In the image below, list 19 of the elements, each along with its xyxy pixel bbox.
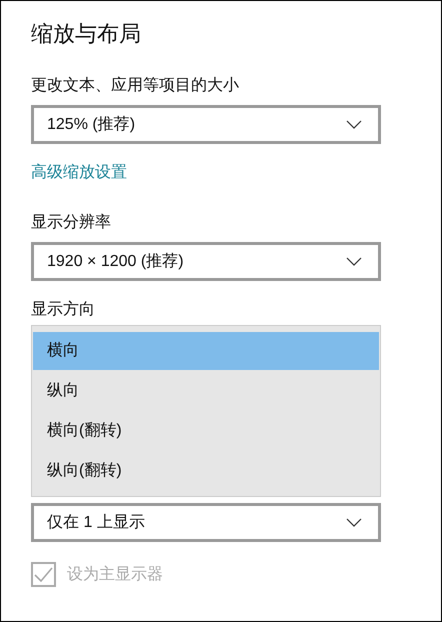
setting-label: 显示分辨率 bbox=[31, 212, 112, 233]
dropdown-option[interactable]: 横向(翻转) bbox=[33, 412, 379, 450]
setting-label: 更改文本、应用等项目的大小 bbox=[31, 76, 240, 96]
chevron-icon bbox=[346, 257, 362, 266]
page-title: 缩放与布局 bbox=[31, 20, 142, 48]
dropdown-value: 125% (推荐) bbox=[47, 114, 136, 134]
dropdown-option[interactable]: 横向 bbox=[33, 332, 379, 370]
chevron-icon bbox=[346, 120, 362, 129]
dropdown[interactable]: 125% (推荐) bbox=[31, 105, 381, 144]
dropdown[interactable]: 1920 × 1200 (推荐) bbox=[31, 242, 381, 281]
dropdown-option[interactable]: 纵向 bbox=[33, 372, 379, 410]
link[interactable]: 高级缩放设置 bbox=[31, 162, 127, 184]
chevron-icon bbox=[346, 518, 362, 527]
dropdown-value: 1920 × 1200 (推荐) bbox=[47, 252, 184, 272]
dropdown-option[interactable]: 纵向(翻转) bbox=[33, 452, 379, 490]
setting-label: 显示方向 bbox=[31, 300, 96, 320]
dropdown-value: 仅在 1 上显示 bbox=[47, 512, 145, 532]
dropdown[interactable]: 仅在 1 上显示 bbox=[31, 503, 381, 542]
checkbox-label: 设为主显示器 bbox=[67, 564, 163, 584]
